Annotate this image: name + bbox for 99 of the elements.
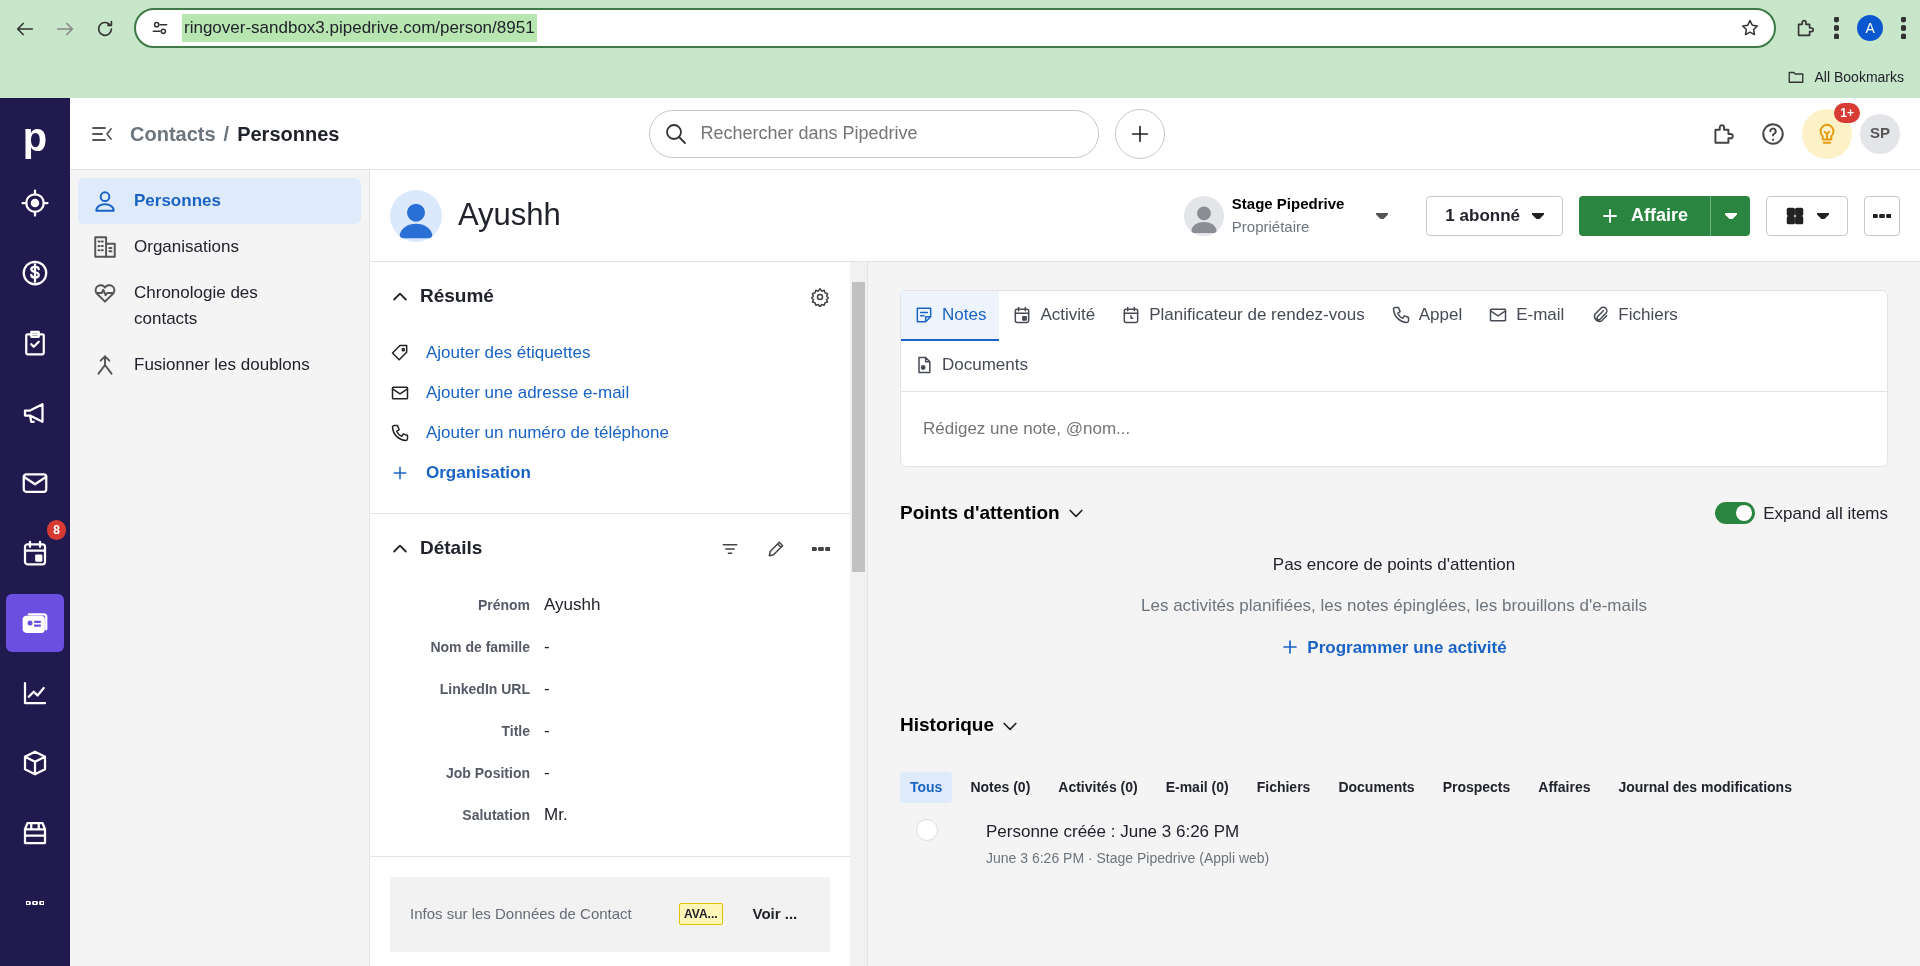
history-entry-title: Personne créée : June 3 6:26 PM: [986, 820, 1241, 843]
section-title: Détails: [420, 535, 483, 560]
more-button[interactable]: [1864, 195, 1900, 236]
field-label: Title: [500, 721, 530, 741]
target-icon: [20, 188, 50, 218]
notification-count: 8: [47, 520, 66, 540]
sidebar-item[interactable]: Personnes: [78, 178, 361, 224]
phone-icon: [1390, 305, 1411, 325]
field-value[interactable]: -: [544, 718, 550, 744]
dollar-icon: [20, 258, 50, 288]
bookmarks-folder[interactable]: All Bookmarks: [1814, 66, 1904, 88]
sidebar-item[interactable]: Chronologie des contacts: [78, 270, 361, 342]
owner-selector[interactable]: Stage Pipedrive Propriétaire: [1177, 192, 1395, 239]
view-link[interactable]: Voir ...: [752, 903, 798, 926]
toggle-label: Expand all items: [1763, 502, 1888, 525]
search-icon: [664, 121, 689, 146]
empty-description: Les activités planifiées, les notes épinglées, les brouillons d'e-mails: [1140, 595, 1648, 617]
timeline-dot: [916, 818, 938, 841]
app-logo[interactable]: p: [22, 106, 48, 168]
history-filter[interactable]: Tous: [900, 771, 953, 803]
add-deal-button[interactable]: Affaire: [1579, 195, 1710, 236]
history-filter[interactable]: Journal des modifications: [1608, 771, 1802, 803]
grid-icon: [1785, 205, 1805, 226]
composer-tab[interactable]: Planificateur de rendez-vous: [1108, 291, 1378, 341]
history-filter[interactable]: E-mail (0): [1155, 771, 1239, 803]
envelope-icon: [1488, 305, 1509, 325]
owner-role: Propriétaire: [1231, 216, 1311, 237]
tag-icon: [390, 342, 410, 363]
note-icon: [914, 305, 934, 325]
scrollbar[interactable]: [850, 262, 868, 966]
composer-tab[interactable]: E-mail: [1475, 291, 1578, 341]
plus-icon: [1281, 638, 1300, 657]
empty-title: Pas encore de points d'attention: [1271, 553, 1517, 576]
add-link[interactable]: Organisation: [426, 452, 531, 493]
field-label: LinkedIn URL: [438, 679, 530, 699]
caret-icon: [1532, 212, 1544, 219]
history-filter[interactable]: Fichiers: [1246, 771, 1321, 803]
composer-tab[interactable]: Activité: [999, 291, 1109, 341]
profile-avatar[interactable]: A: [1857, 15, 1884, 41]
url-text: ringover-sandbox3.pipedrive.com/person/8951: [182, 14, 537, 42]
toggle-switch[interactable]: [1715, 502, 1756, 525]
add-link[interactable]: Ajouter un numéro de téléphone: [426, 412, 669, 453]
schedule-activity-link[interactable]: Programmer une activité: [1281, 634, 1507, 660]
breadcrumb-link[interactable]: Contacts: [130, 118, 216, 149]
history-entry-meta: June 3 6:26 PM · Stage Pipedrive (Appli web): [986, 849, 1270, 869]
search-input[interactable]: Rechercher dans Pipedrive: [698, 119, 1085, 148]
field-label: Nom de famille: [429, 637, 530, 657]
composer-tab[interactable]: Fichiers: [1577, 291, 1691, 341]
view-button[interactable]: [1766, 195, 1848, 236]
add-link[interactable]: Ajouter des étiquettes: [426, 332, 591, 373]
history-filter[interactable]: Notes (0): [960, 771, 1041, 803]
caret-icon: [1376, 212, 1389, 219]
section-title: Résumé: [420, 284, 494, 308]
composer-tab[interactable]: Notes: [901, 291, 1000, 341]
phone-icon: [390, 422, 410, 443]
section-toggle[interactable]: Historique: [900, 711, 1020, 740]
user-avatar[interactable]: SP: [1860, 113, 1900, 154]
composer-tab[interactable]: Documents: [901, 341, 1041, 391]
field-value[interactable]: Ayushh: [544, 592, 601, 618]
notification-count: 1+: [1834, 102, 1860, 123]
sidebar-item[interactable]: Fusionner les doublons: [78, 342, 361, 388]
bookmark-star-icon: [1740, 18, 1761, 38]
info-card-text: Infos sur les Données de Contact: [410, 904, 633, 924]
caret-icon: [1724, 212, 1737, 219]
settings-icon: [810, 287, 830, 307]
more-icon: [812, 546, 830, 551]
followers-button[interactable]: 1 abonné: [1426, 195, 1563, 236]
history-filter[interactable]: Prospects: [1432, 771, 1521, 803]
field-value[interactable]: -: [544, 760, 550, 786]
status-badge: AVA...: [679, 903, 723, 926]
history-filter[interactable]: Affaires: [1528, 771, 1601, 803]
history-filter[interactable]: Activités (0): [1048, 771, 1148, 803]
breadcrumb-separator: /: [223, 121, 230, 147]
more-icon: [1873, 213, 1891, 218]
person-icon: [92, 188, 118, 214]
caret-icon: [1817, 212, 1829, 219]
field-value[interactable]: Mr.: [544, 802, 568, 828]
person-name: Ayushh: [458, 196, 561, 235]
add-link[interactable]: Ajouter une adresse e-mail: [426, 372, 630, 413]
field-label: Salutation: [461, 805, 530, 825]
composer-tab[interactable]: Appel: [1377, 291, 1476, 341]
building-icon: [92, 234, 118, 260]
field-label: Job Position: [445, 763, 530, 783]
field-value[interactable]: -: [544, 634, 550, 660]
owner-name: Stage Pipedrive: [1231, 194, 1345, 214]
plus-icon: [1601, 206, 1619, 225]
breadcrumb-current: Personnes: [237, 121, 340, 147]
help-button[interactable]: [1760, 120, 1786, 147]
address-bar[interactable]: ringover-sandbox3.pipedrive.com/person/8951: [134, 8, 1777, 48]
more-icon: [26, 901, 44, 905]
browser-menu-icon: [1901, 17, 1906, 39]
tips-button[interactable]: [1802, 108, 1852, 159]
history-filter[interactable]: Documents: [1328, 771, 1425, 803]
field-value[interactable]: -: [544, 676, 550, 702]
section-toggle[interactable]: Points d'attention: [900, 499, 1086, 528]
help-icon: [1760, 120, 1786, 147]
deal-options-button[interactable]: [1710, 195, 1750, 236]
field-label: Prénom: [476, 595, 530, 615]
sidebar-item[interactable]: Organisations: [78, 224, 361, 270]
